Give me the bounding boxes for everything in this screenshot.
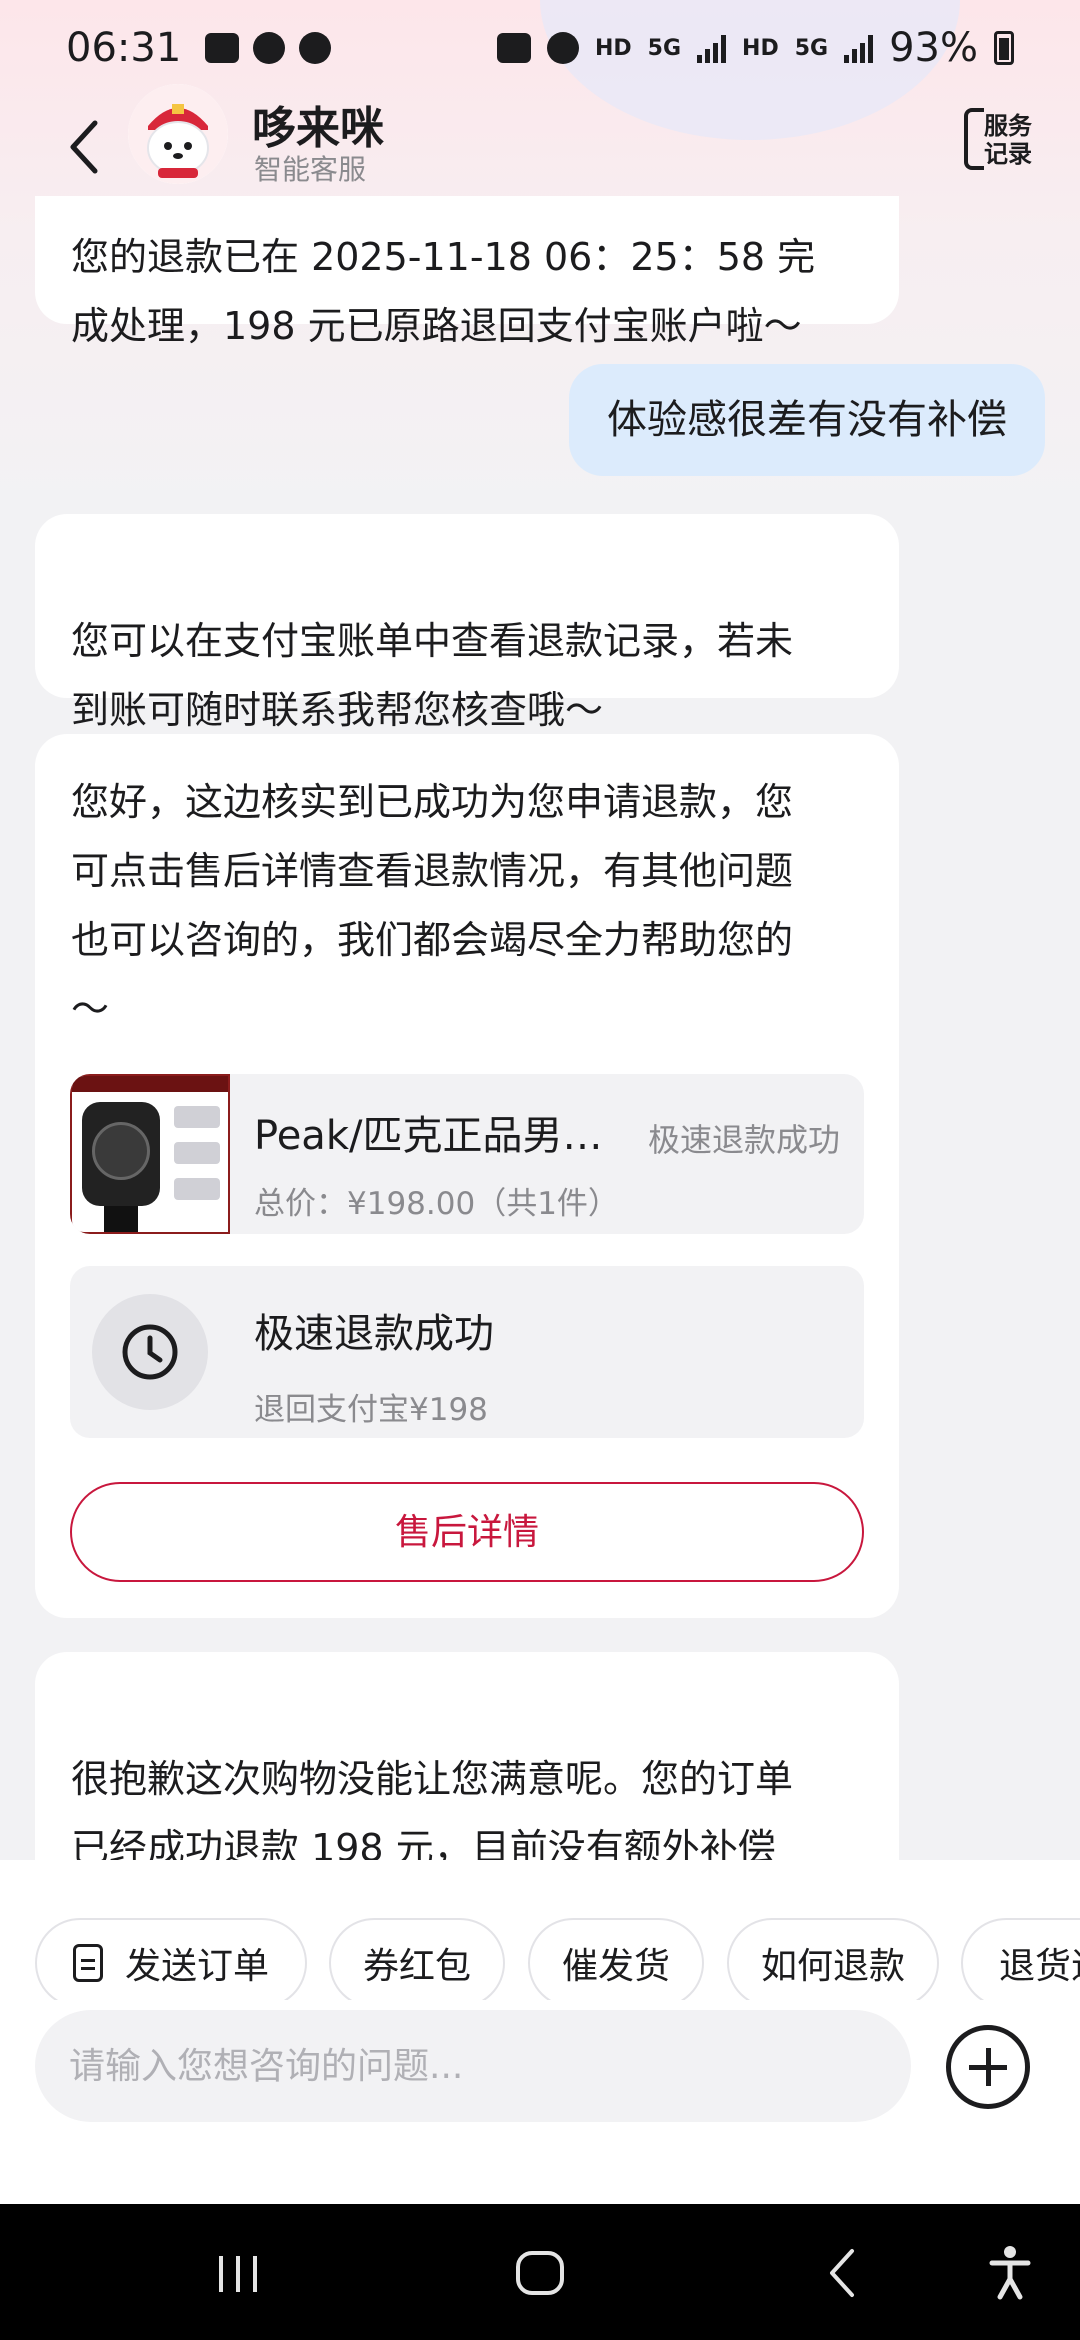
status-left: 06:31 (66, 25, 332, 71)
clock-icon (122, 1324, 178, 1380)
accessibility-button[interactable] (960, 2228, 1060, 2318)
message-text: 您的退款已在 2025-11-18 06：25：58 完 成处理，198 元已原… (71, 235, 816, 348)
quick-reply-label: 如何退款 (760, 1946, 905, 1987)
system-nav-bar (0, 2204, 1080, 2340)
recent-apps-button[interactable] (188, 2228, 288, 2318)
user-message: 体验感很差有没有补偿 (569, 364, 1045, 476)
chevron-left-icon (70, 120, 98, 174)
accessibility-icon (989, 2246, 1031, 2300)
back-nav-icon (830, 2249, 854, 2297)
quick-reply-label: 发送订单 (124, 1946, 269, 1987)
message-input[interactable] (35, 2010, 911, 2122)
quick-reply-urge-shipping[interactable]: 催发货 (528, 1918, 704, 2000)
network-5g-label-1: 5G (647, 35, 682, 61)
status-right: HD 5G HD 5G 93% (496, 25, 1014, 71)
quick-reply-coupon[interactable]: 券红包 (329, 1918, 505, 2000)
plus-circle-icon[interactable] (946, 2025, 1030, 2109)
gallery-notification-icon (205, 33, 240, 63)
battery-percent: 93% (889, 25, 978, 71)
product-image-banner (72, 1076, 228, 1092)
order-price: 总价：¥198.00（共1件） (254, 1186, 619, 1222)
bot-message: 很抱歉这次购物没能让您满意呢。您的订单 已经成功退款 198 元，目前没有额外补… (35, 1652, 899, 1860)
status-bar: 06:31 HD 5G HD 5G 93% (0, 0, 1080, 96)
order-status: 极速退款成功 (647, 1121, 840, 1159)
quick-reply-label: 退货退 (999, 1946, 1080, 1987)
bot-message-order: 您好，这边核实到已成功为您申请退款，您 可点击售后详情查看退款情况，有其他问题 … (35, 734, 899, 1618)
clock-icon-container (92, 1294, 208, 1410)
message-text: 您可以在支付宝账单中查看退款记录，若未 到账可随时联系我帮您核查哦～ (71, 619, 794, 732)
aftersale-details-label: 售后详情 (394, 1511, 539, 1553)
home-icon (516, 2251, 564, 2295)
alarm-icon (546, 32, 579, 64)
network-5g-label-2: 5G (794, 35, 829, 61)
bot-message: 您的退款已在 2025-11-18 06：25：58 完 成处理，198 元已原… (35, 196, 899, 348)
quick-reply-label: 券红包 (362, 1946, 471, 1987)
product-image-accessory (174, 1142, 220, 1164)
chat-header: 哆来咪 智能客服 服务 记录 (0, 84, 1080, 196)
product-image-accessory (174, 1106, 220, 1128)
battery-icon (994, 31, 1014, 65)
status-time: 06:31 (66, 25, 182, 71)
product-name: Peak/匹克正品男… (254, 1113, 603, 1159)
quick-reply-label: 催发货 (561, 1946, 670, 1987)
refund-title: 极速退款成功 (254, 1311, 494, 1357)
product-card[interactable]: Peak/匹克正品男… 极速退款成功 总价：¥198.00（共1件） (70, 1074, 864, 1234)
back-nav-button[interactable] (792, 2228, 892, 2318)
quick-reply-bar[interactable]: 发送订单 券红包 催发货 如何退款 退货退 (0, 1860, 1080, 2000)
refund-status-card[interactable]: 极速退款成功 退回支付宝¥198 (70, 1266, 864, 1438)
wechat-notification-icon (299, 32, 332, 64)
service-record-button[interactable]: 服务 记录 (964, 104, 1040, 176)
home-button[interactable] (490, 2228, 590, 2318)
back-button[interactable] (40, 102, 130, 192)
message-notification-icon (253, 32, 286, 64)
service-record-icon (964, 108, 984, 170)
document-icon (72, 1944, 103, 1982)
message-text: 体验感很差有没有补偿 (607, 397, 1007, 443)
signal-icon-1 (697, 33, 727, 63)
message-text: 您好，这边核实到已成功为您申请退款，您 可点击售后详情查看退款情况，有其他问题 … (71, 780, 794, 1031)
signal-icon-2 (844, 33, 874, 63)
page-subtitle: 智能客服 (254, 153, 367, 186)
service-record-label: 服务 记录 (984, 112, 1032, 168)
recent-apps-icon (219, 2256, 257, 2292)
product-image-watch-face (92, 1122, 150, 1180)
avatar[interactable] (128, 84, 228, 184)
product-image-strap (104, 1206, 138, 1232)
refund-subtitle: 退回支付宝¥198 (254, 1392, 488, 1428)
product-image-accessory (174, 1178, 220, 1200)
hd-label-2: HD (742, 35, 779, 61)
page-title: 哆来咪 (252, 103, 384, 154)
input-bar (0, 2000, 1080, 2204)
product-image (70, 1074, 230, 1234)
hd-label-1: HD (594, 35, 632, 61)
data-transfer-icon (496, 33, 531, 63)
message-text: 很抱歉这次购物没能让您满意呢。您的订单 已经成功退款 198 元，目前没有额外补… (71, 1757, 794, 1860)
chat-area[interactable]: 您的退款已在 2025-11-18 06：25：58 完 成处理，198 元已原… (0, 196, 1080, 1860)
quick-reply-send-order[interactable]: 发送订单 (35, 1918, 307, 2000)
aftersale-details-button[interactable]: 售后详情 (70, 1482, 864, 1582)
bot-message: 您可以在支付宝账单中查看退款记录，若未 到账可随时联系我帮您核查哦～ (35, 514, 899, 732)
quick-reply-how-to-refund[interactable]: 如何退款 (727, 1918, 939, 2000)
mascot-avatar-icon (128, 84, 228, 184)
quick-reply-return-goods[interactable]: 退货退 (961, 1918, 1080, 2000)
